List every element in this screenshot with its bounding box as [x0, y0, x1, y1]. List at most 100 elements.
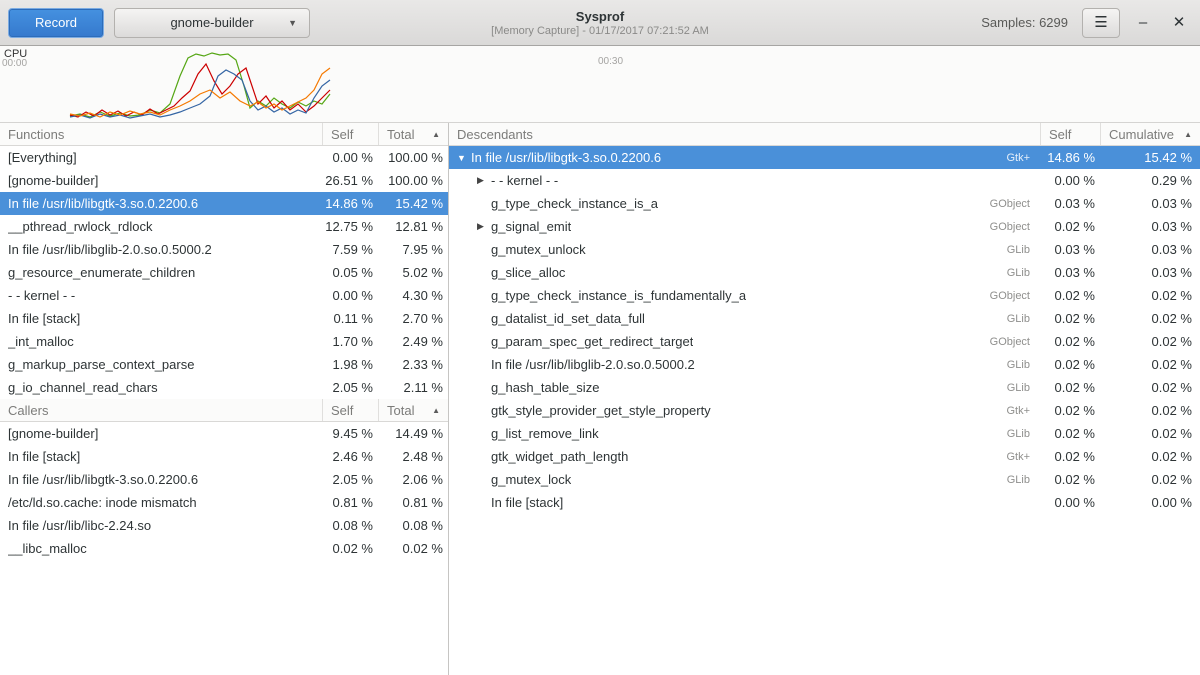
cell-descendant-name-label: g_param_spec_get_redirect_target: [491, 334, 693, 349]
minimize-button[interactable]: ‒: [1130, 9, 1156, 37]
table-row[interactable]: In file /usr/lib/libc-2.24.so0.08 %0.08 …: [0, 514, 448, 537]
table-row[interactable]: In file /usr/lib/libglib-2.0.so.0.5000.2…: [0, 238, 448, 261]
expander-collapsed-icon[interactable]: ▶: [477, 175, 491, 186]
cell-total-percent: 0.02 %: [378, 541, 448, 556]
cell-cumulative-percent: 0.03 %: [1100, 242, 1200, 257]
cell-caller-name-label: In file /usr/lib/libgtk-3.so.0.2200.6: [8, 472, 198, 487]
column-header-total[interactable]: Total ▲: [378, 399, 448, 421]
cell-self-percent: 2.05 %: [322, 472, 378, 487]
table-row[interactable]: In file /usr/lib/libgtk-3.so.0.2200.614.…: [0, 192, 448, 215]
cell-caller-name: In file [stack]: [0, 445, 322, 468]
table-row[interactable]: In file /usr/lib/libglib-2.0.so.0.5000.2…: [449, 353, 1200, 376]
table-row[interactable]: g_param_spec_get_redirect_targetGObject0…: [449, 330, 1200, 353]
cell-self-percent: 0.03 %: [1040, 265, 1100, 280]
table-row[interactable]: g_type_check_instance_is_aGObject0.03 %0…: [449, 192, 1200, 215]
table-row[interactable]: __pthread_rwlock_rdlock12.75 %12.81 %: [0, 215, 448, 238]
table-row[interactable]: _int_malloc1.70 %2.49 %: [0, 330, 448, 353]
cell-self-percent: 1.70 %: [322, 334, 378, 349]
table-row[interactable]: g_list_remove_linkGLib0.02 %0.02 %: [449, 422, 1200, 445]
table-row[interactable]: [gnome-builder]26.51 %100.00 %: [0, 169, 448, 192]
cell-total-percent: 15.42 %: [378, 196, 448, 211]
cell-function-name-label: g_markup_parse_context_parse: [8, 357, 194, 372]
column-header-self[interactable]: Self: [322, 123, 378, 145]
cell-function-name: - - kernel - -: [0, 284, 322, 307]
table-row[interactable]: g_markup_parse_context_parse 1.98 %2.33 %: [0, 353, 448, 376]
cell-category-label: GObject: [990, 290, 1040, 302]
process-selector-dropdown[interactable]: gnome-builder ▼: [114, 8, 310, 38]
record-button[interactable]: Record: [8, 8, 104, 38]
table-row[interactable]: g_mutex_lockGLib0.02 %0.02 %: [449, 468, 1200, 491]
cell-total-percent: 2.06 %: [378, 472, 448, 487]
menu-button[interactable]: ☰: [1082, 8, 1120, 38]
cell-cumulative-percent: 0.02 %: [1100, 288, 1200, 303]
cell-descendant-name-label: gtk_style_provider_get_style_property: [491, 403, 711, 418]
table-row[interactable]: - - kernel - -0.00 %4.30 %: [0, 284, 448, 307]
cell-total-percent: 2.70 %: [378, 311, 448, 326]
cpu-series-red: [70, 64, 330, 117]
table-row[interactable]: [gnome-builder]9.45 %14.49 %: [0, 422, 448, 445]
cell-function-name: In file /usr/lib/libglib-2.0.so.0.5000.2: [0, 238, 322, 261]
cell-total-percent: 0.81 %: [378, 495, 448, 510]
cell-total-percent: 2.33 %: [378, 357, 448, 372]
cell-function-name-label: __pthread_rwlock_rdlock: [8, 219, 153, 234]
cell-category-label: GLib: [1007, 313, 1040, 325]
expander-expanded-icon[interactable]: ▼: [457, 153, 471, 163]
cell-descendant-name-label: g_type_check_instance_is_a: [491, 196, 658, 211]
cell-self-percent: 0.02 %: [1040, 403, 1100, 418]
table-row[interactable]: g_slice_allocGLib0.03 %0.03 %: [449, 261, 1200, 284]
cell-cumulative-percent: 0.02 %: [1100, 311, 1200, 326]
column-header-self[interactable]: Self: [1040, 123, 1100, 145]
table-row[interactable]: ▶- - kernel - -0.00 %0.29 %: [449, 169, 1200, 192]
table-row[interactable]: [Everything]0.00 %100.00 %: [0, 146, 448, 169]
cell-function-name-label: _int_malloc: [8, 334, 74, 349]
table-row[interactable]: ▶g_signal_emitGObject0.02 %0.03 %: [449, 215, 1200, 238]
table-row[interactable]: g_hash_table_sizeGLib0.02 %0.02 %: [449, 376, 1200, 399]
column-header-total-label: Total: [387, 403, 414, 418]
hamburger-icon: ☰: [1094, 14, 1107, 31]
column-header-self[interactable]: Self: [322, 399, 378, 421]
column-header-callers[interactable]: Callers: [0, 399, 322, 421]
table-row[interactable]: In file [stack]0.11 %2.70 %: [0, 307, 448, 330]
column-header-total[interactable]: Total ▲: [378, 123, 448, 145]
left-pane: Functions Self Total ▲ [Everything]0.00 …: [0, 123, 449, 675]
table-row[interactable]: gtk_widget_path_lengthGtk+0.02 %0.02 %: [449, 445, 1200, 468]
table-row[interactable]: g_type_check_instance_is_fundamentally_a…: [449, 284, 1200, 307]
table-row[interactable]: ▼In file /usr/lib/libgtk-3.so.0.2200.6Gt…: [449, 146, 1200, 169]
cell-category-label: GObject: [990, 198, 1040, 210]
close-button[interactable]: ✕: [1166, 9, 1192, 37]
table-row[interactable]: In file [stack]0.00 %0.00 %: [449, 491, 1200, 514]
table-row[interactable]: In file /usr/lib/libgtk-3.so.0.2200.6 2.0…: [0, 468, 448, 491]
cell-function-name: In file [stack]: [0, 307, 322, 330]
table-row[interactable]: gtk_style_provider_get_style_propertyGtk…: [449, 399, 1200, 422]
cell-total-percent: 4.30 %: [378, 288, 448, 303]
cell-self-percent: 1.98 %: [322, 357, 378, 372]
cell-descendant-name: g_list_remove_linkGLib: [449, 422, 1040, 445]
cell-total-percent: 2.48 %: [378, 449, 448, 464]
descendants-table: ▼In file /usr/lib/libgtk-3.so.0.2200.6Gt…: [449, 146, 1200, 514]
cell-self-percent: 0.02 %: [1040, 426, 1100, 441]
column-header-cumulative[interactable]: Cumulative ▲: [1100, 123, 1200, 145]
column-header-descendants[interactable]: Descendants: [449, 123, 1040, 145]
cell-caller-name-label: /etc/ld.so.cache: inode mismatch: [8, 495, 197, 510]
cell-descendant-name: g_type_check_instance_is_a GObject: [449, 192, 1040, 215]
cell-caller-name: [gnome-builder]: [0, 422, 322, 445]
cell-self-percent: 0.11 %: [322, 311, 378, 326]
table-row[interactable]: g_mutex_unlockGLib0.03 %0.03 %: [449, 238, 1200, 261]
cell-descendant-name: gtk_widget_path_lengthGtk+: [449, 445, 1040, 468]
cell-descendant-name: ▶- - kernel - -: [449, 169, 1040, 192]
cell-descendant-name-label: In file [stack]: [491, 495, 563, 510]
cpu-graph[interactable]: CPU 00:00 00:30: [0, 46, 1200, 123]
table-row[interactable]: __libc_malloc0.02 %0.02 %: [0, 537, 448, 560]
table-row[interactable]: In file [stack]2.46 %2.48 %: [0, 445, 448, 468]
right-pane: Descendants Self Cumulative ▲ ▼In file /…: [449, 123, 1200, 675]
expander-collapsed-icon[interactable]: ▶: [477, 221, 491, 232]
table-row[interactable]: g_datalist_id_set_data_fullGLib0.02 %0.0…: [449, 307, 1200, 330]
cell-descendant-name: ▶g_signal_emitGObject: [449, 215, 1040, 238]
column-header-cumulative-label: Cumulative: [1109, 127, 1174, 142]
cell-cumulative-percent: 0.29 %: [1100, 173, 1200, 188]
column-header-functions[interactable]: Functions: [0, 123, 322, 145]
table-row[interactable]: /etc/ld.so.cache: inode mismatch0.81 %0.…: [0, 491, 448, 514]
table-row[interactable]: g_io_channel_read_chars2.05 %2.11 %: [0, 376, 448, 399]
cell-category-label: GLib: [1007, 267, 1040, 279]
table-row[interactable]: g_resource_enumerate_children0.05 %5.02 …: [0, 261, 448, 284]
